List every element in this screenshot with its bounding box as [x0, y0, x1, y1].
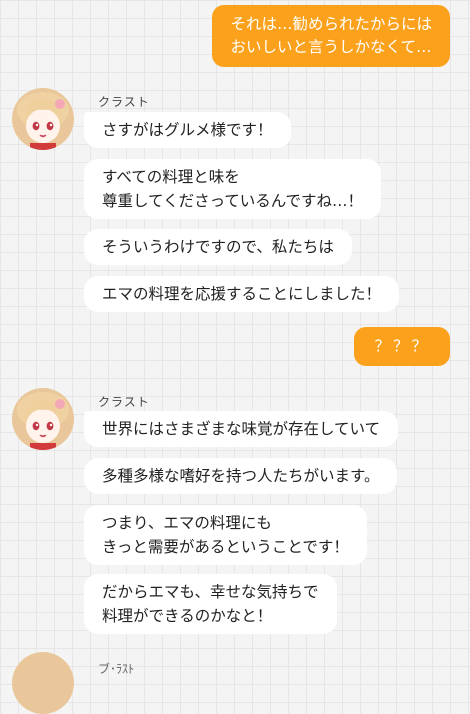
character-message-bubble: 世界にはさまざまな味覚が存在していて	[84, 411, 399, 447]
character-message-bubble: すべての料理と味を 尊重してくださっているんですね…！	[84, 159, 382, 219]
speaker-name: クラスト	[98, 95, 150, 109]
speaker-name: クラスト	[98, 395, 150, 409]
character-message-bubble: そういうわけですので、私たちは	[84, 229, 352, 265]
speaker-name-partial: ブ･ﾗｽﾄ	[98, 662, 135, 676]
character-message-bubble: つまり、エマの料理にも きっと需要があるということです！	[84, 505, 367, 565]
character-avatar-partial	[12, 652, 74, 714]
chat-log[interactable]: それは…勧められたからには おいしいと言うしかなくて… クラスト さすがはグルメ…	[0, 0, 470, 714]
player-message-bubble: ？？？	[354, 327, 450, 366]
character-message-bubble: さすがはグルメ様です！	[84, 112, 291, 148]
character-message-bubble: 多種多様な嗜好を持つ人たちがいます。	[84, 458, 398, 494]
character-avatar	[12, 88, 74, 150]
character-message-bubble: だからエマも、幸せな気持ちで 料理ができるのかなと！	[84, 574, 337, 634]
character-avatar	[12, 388, 74, 450]
character-message-bubble: エマの料理を応援することにしました！	[84, 276, 400, 312]
player-message-bubble: それは…勧められたからには おいしいと言うしかなくて…	[212, 5, 450, 67]
